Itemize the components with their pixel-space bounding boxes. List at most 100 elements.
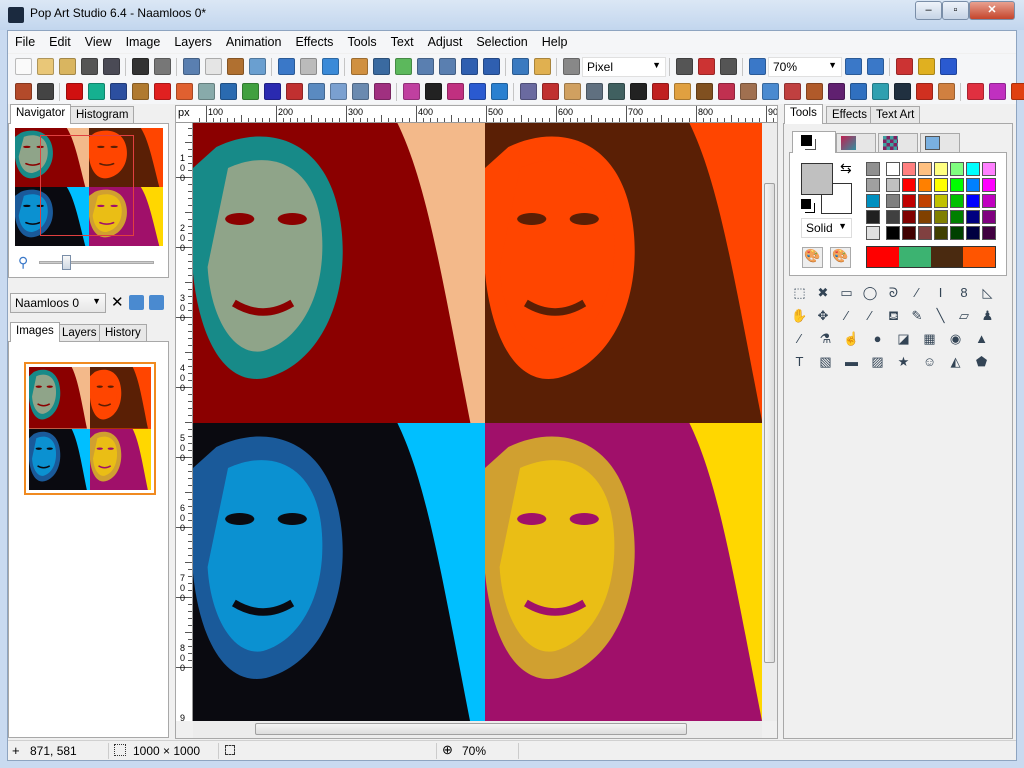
puzzle-effect-icon[interactable] [241,83,259,100]
minimize-button[interactable]: ‒ [915,1,942,20]
copy-icon[interactable] [204,58,222,75]
new-file-icon[interactable] [14,58,32,75]
color-swatch[interactable] [918,226,932,240]
crop-icon[interactable] [350,58,368,75]
portrait-14-icon[interactable] [871,83,889,100]
dots-effect-icon[interactable] [65,83,83,100]
tab-navigator[interactable]: Navigator [10,104,72,124]
menu-layers[interactable]: Layers [167,31,219,53]
smudge-icon[interactable]: ☝ [843,330,860,347]
color-swatch[interactable] [866,194,880,208]
gradient-icon[interactable]: ▧ [817,353,834,370]
swap-colors-icon[interactable]: ⇆ [840,160,852,177]
pixel-grid-effect-icon[interactable] [373,83,391,100]
color-swatch[interactable] [886,210,900,224]
tiles-effect-icon[interactable] [219,83,237,100]
menu-text[interactable]: Text [384,31,421,53]
color-swatch[interactable] [934,162,948,176]
brush-icon[interactable]: ⁄ [791,330,808,347]
fill-gradient-icon[interactable]: ▬ [843,353,860,370]
color-swatch[interactable] [886,178,900,192]
dice-effect-2-icon[interactable] [446,83,464,100]
paste-new-image-icon[interactable] [248,58,266,75]
glow-effect-icon[interactable] [87,83,105,100]
zoom-in-icon[interactable] [844,58,862,75]
pop-portrait-3-icon[interactable] [585,83,603,100]
paint-bucket-icon[interactable]: ⛾ [885,307,902,324]
color-swatch[interactable] [886,162,900,176]
portrait-16-icon[interactable] [915,83,933,100]
color-swatch[interactable] [966,194,980,208]
reset-colors-icon[interactable] [801,199,811,209]
zoom-slider[interactable] [39,261,154,264]
tab-image-fill[interactable] [920,133,960,153]
ruler-triangle-icon[interactable]: ◺ [979,284,996,301]
color-swatch[interactable] [950,194,964,208]
color-swatch[interactable] [902,210,916,224]
color-swatch[interactable] [982,210,996,224]
picture-effect-icon[interactable] [307,83,325,100]
text-tool-icon[interactable]: T [791,353,808,370]
square-frame-icon[interactable] [519,83,537,100]
fit-icon[interactable] [372,58,390,75]
tab-images[interactable]: Images [10,322,60,342]
pencil-icon[interactable]: ✎ [909,307,926,324]
color-swatch[interactable] [902,194,916,208]
dice-effect-4-icon[interactable] [490,83,508,100]
color-swatch[interactable] [918,210,932,224]
magic-wand-icon[interactable]: ⁄ [909,284,926,301]
image-canvas[interactable] [193,123,762,721]
stamp-icon[interactable]: ♟ [979,307,996,324]
color-swatch[interactable] [966,210,980,224]
diamond-effect-icon[interactable] [175,83,193,100]
color-swatch[interactable] [866,178,880,192]
video-icon[interactable] [102,58,120,75]
rect-select-icon[interactable]: ⬚ [791,284,808,301]
line-icon[interactable]: ╲ [932,307,949,324]
image-palette-icon[interactable]: 🎨 [830,247,851,268]
color-swatch[interactable] [950,162,964,176]
menu-image[interactable]: Image [119,31,168,53]
tab-layers[interactable]: Layers [56,324,103,342]
color-replace-icon[interactable]: ◪ [895,330,912,347]
color-swatch[interactable] [918,178,932,192]
color-swatch[interactable] [866,210,880,224]
previous-image-icon[interactable] [129,295,144,310]
portrait-stamp-icon[interactable]: ☺ [921,353,938,370]
tab-history[interactable]: History [99,324,147,342]
portrait-11-icon[interactable] [805,83,823,100]
lasso-icon[interactable]: ᘐ [885,284,902,301]
hatch-icon[interactable]: ▨ [869,353,886,370]
color-swatch[interactable] [866,226,880,240]
frame-effect-icon[interactable] [131,83,149,100]
browse-icon[interactable] [533,58,551,75]
grid-settings-icon[interactable] [719,58,737,75]
mondrian-effect-icon[interactable] [153,83,171,100]
grid-options-icon[interactable] [697,58,715,75]
network-effect-icon[interactable] [351,83,369,100]
portrait-10-icon[interactable] [783,83,801,100]
color-swatch[interactable] [902,178,916,192]
redo-icon[interactable] [299,58,317,75]
color-swatch[interactable] [886,194,900,208]
flask-icon[interactable]: ⚗ [817,330,834,347]
color-swatch[interactable] [950,226,964,240]
color-swatch[interactable] [950,210,964,224]
menu-view[interactable]: View [78,31,119,53]
color-swatch[interactable] [886,226,900,240]
settings-icon[interactable] [511,58,529,75]
color-picker-icon[interactable]: ⁄ [862,307,879,324]
add-page-icon[interactable] [394,58,412,75]
open-folder-icon[interactable] [36,58,54,75]
menu-help[interactable]: Help [535,31,575,53]
undo-icon[interactable] [277,58,295,75]
close-button[interactable]: ✕ [969,1,1015,20]
ellipse-select-icon[interactable]: ◯ [862,284,879,301]
eyedropper-icon[interactable]: ⁄ [838,307,855,324]
color-swatch[interactable] [902,226,916,240]
menu-adjust[interactable]: Adjust [421,31,470,53]
color-swatch[interactable] [950,178,964,192]
spiral-effect-icon[interactable] [285,83,303,100]
star-brush-icon[interactable]: ★ [895,353,912,370]
portrait-17-icon[interactable] [937,83,955,100]
